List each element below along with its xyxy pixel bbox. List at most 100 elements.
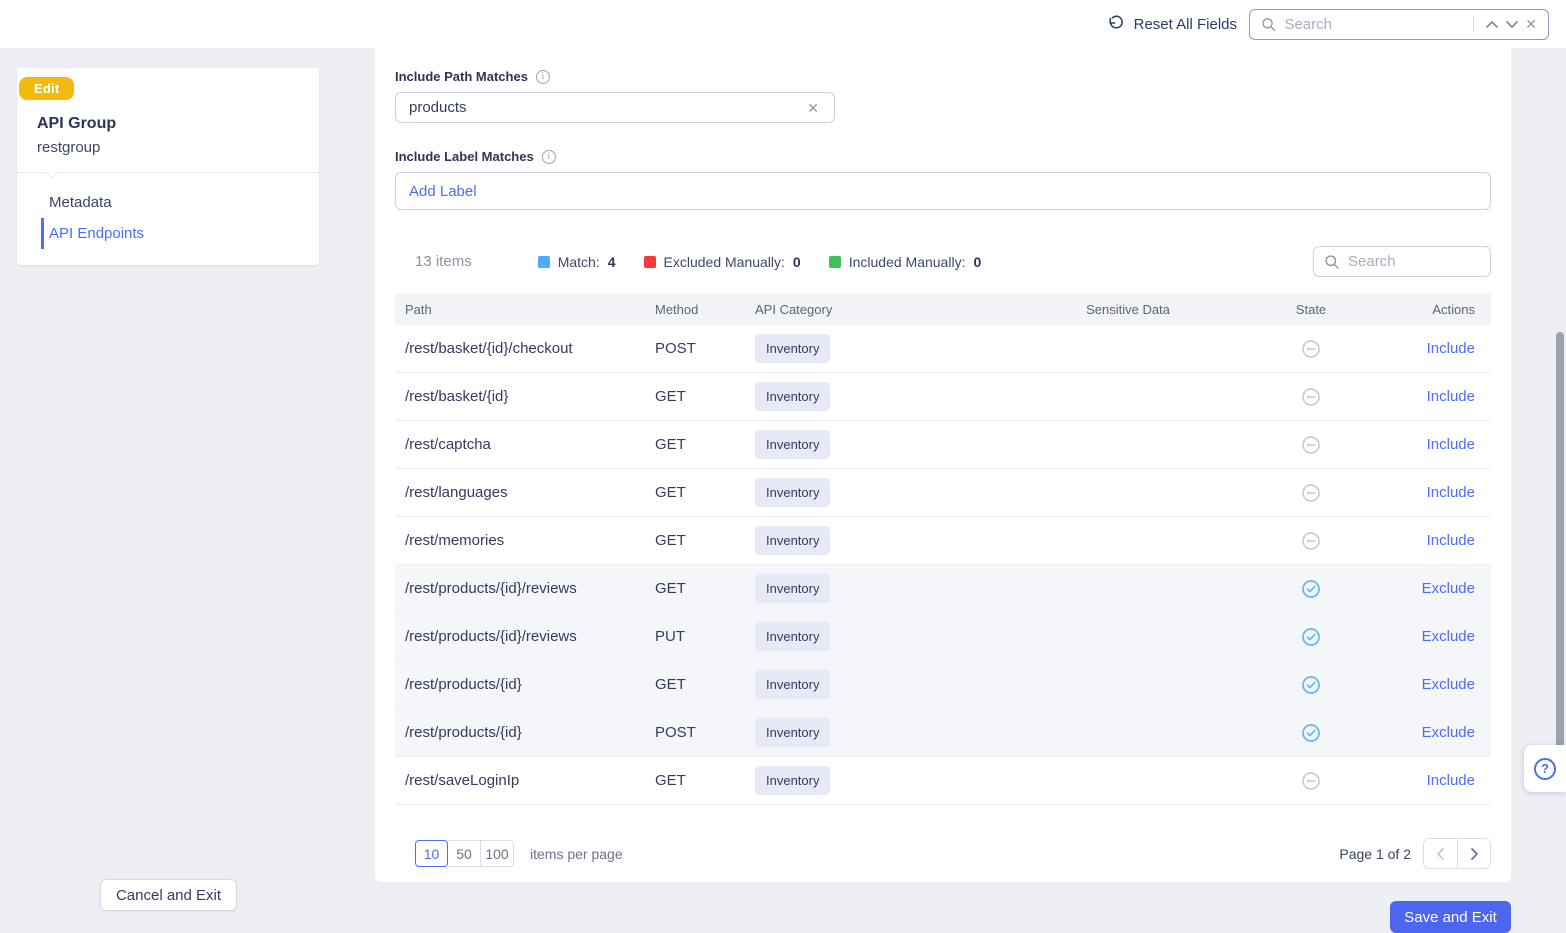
action-link[interactable]: Include: [1427, 772, 1475, 789]
next-page-button[interactable]: [1457, 839, 1490, 868]
global-search-input[interactable]: [1284, 16, 1465, 33]
actions-cell: Include: [1371, 484, 1491, 501]
endpoints-table: PathMethodAPI CategorySensitive DataStat…: [395, 294, 1491, 805]
api-category-badge: Inventory: [755, 718, 830, 747]
cancel-and-exit-button[interactable]: Cancel and Exit: [100, 879, 237, 911]
sidebar-title: API Group: [37, 115, 319, 133]
table-header: PathMethodAPI CategorySensitive DataStat…: [395, 294, 1491, 325]
state-cell: [1251, 675, 1371, 695]
help-button[interactable]: ?: [1524, 745, 1566, 792]
actions-cell: Exclude: [1371, 676, 1491, 693]
state-none-icon: [1301, 531, 1321, 551]
action-link[interactable]: Include: [1427, 532, 1475, 549]
column-header: Sensitive Data: [1005, 302, 1251, 317]
action-link[interactable]: Exclude: [1422, 580, 1475, 597]
legend-label: Included Manually:: [849, 254, 966, 270]
page-size-100-button[interactable]: 100: [481, 840, 514, 867]
action-link[interactable]: Exclude: [1422, 628, 1475, 645]
api-category-cell: Inventory: [755, 526, 1005, 555]
actions-cell: Include: [1371, 436, 1491, 453]
legend-count: 0: [793, 254, 801, 270]
chevron-left-icon: [1436, 847, 1445, 861]
label-matches-field[interactable]: Add Label: [395, 172, 1491, 210]
table-row: /rest/saveLoginIp GET Inventory Include: [395, 757, 1491, 805]
method-cell: GET: [655, 436, 755, 453]
items-per-page-label: items per page: [530, 846, 623, 862]
search-prev-button[interactable]: [1482, 17, 1502, 32]
add-label-placeholder[interactable]: Add Label: [409, 183, 477, 200]
chevron-up-icon: [1485, 20, 1499, 29]
api-category-cell: Inventory: [755, 478, 1005, 507]
sidebar-item-api-endpoints[interactable]: API Endpoints: [41, 218, 319, 249]
state-none-icon: [1301, 387, 1321, 407]
api-category-cell: Inventory: [755, 334, 1005, 363]
search-close-button[interactable]: ✕: [1522, 14, 1540, 34]
actions-cell: Exclude: [1371, 580, 1491, 597]
legend-item: Included Manually: 0: [829, 254, 982, 270]
search-next-button[interactable]: [1502, 17, 1522, 32]
api-category-cell: Inventory: [755, 670, 1005, 699]
info-icon[interactable]: i: [536, 70, 550, 84]
reset-all-fields-button[interactable]: Reset All Fields: [1107, 15, 1237, 33]
action-link[interactable]: Include: [1427, 484, 1475, 501]
info-icon[interactable]: i: [542, 150, 556, 164]
state-cell: [1251, 435, 1371, 455]
actions-cell: Include: [1371, 772, 1491, 789]
action-link[interactable]: Include: [1427, 388, 1475, 405]
method-cell: POST: [655, 724, 755, 741]
path-matches-clear-button[interactable]: ✕: [804, 98, 822, 118]
summary-row: 13 items Match: 4 Excluded Manually: 0 I…: [395, 246, 1491, 277]
state-cell: [1251, 531, 1371, 551]
path-cell: /rest/products/{id}: [395, 724, 655, 741]
divider: [1473, 16, 1474, 32]
include-label-matches-label: Include Label Matches: [395, 149, 534, 164]
table-row: /rest/products/{id}/reviews GET Inventor…: [395, 565, 1491, 613]
legend-swatch: [829, 256, 841, 268]
sidebar-divider: [17, 172, 319, 173]
api-category-cell: Inventory: [755, 766, 1005, 795]
table-row: /rest/basket/{id} GET Inventory Include: [395, 373, 1491, 421]
api-category-badge: Inventory: [755, 334, 830, 363]
state-cell: [1251, 339, 1371, 359]
table-row: /rest/basket/{id}/checkout POST Inventor…: [395, 325, 1491, 373]
state-cell: [1251, 627, 1371, 647]
page-size-50-button[interactable]: 50: [448, 840, 481, 867]
page-size-group: 1050100: [415, 840, 514, 867]
table-search-input[interactable]: [1348, 253, 1480, 270]
api-category-cell: Inventory: [755, 430, 1005, 459]
action-link[interactable]: Include: [1427, 436, 1475, 453]
table-row: /rest/products/{id}/reviews PUT Inventor…: [395, 613, 1491, 661]
api-category-cell: Inventory: [755, 382, 1005, 411]
include-path-matches-label: Include Path Matches: [395, 69, 528, 84]
page-size-10-button[interactable]: 10: [415, 840, 448, 867]
path-matches-input[interactable]: [409, 99, 804, 116]
legend-label: Match:: [558, 254, 600, 270]
save-and-exit-button[interactable]: Save and Exit: [1390, 901, 1511, 933]
vertical-scrollbar-thumb[interactable]: [1556, 332, 1564, 788]
state-cell: [1251, 483, 1371, 503]
page-info: Page 1 of 2: [1339, 846, 1411, 862]
sidebar-item-metadata[interactable]: Metadata: [17, 187, 319, 218]
action-link[interactable]: Exclude: [1422, 724, 1475, 741]
chevron-down-icon: [1505, 20, 1519, 29]
sidebar-card: Edit API Group restgroup Metadata API En…: [17, 68, 319, 265]
actions-cell: Include: [1371, 388, 1491, 405]
column-header: Actions: [1371, 302, 1491, 317]
page: { "topbar": { "reset_label": "Reset All …: [0, 0, 1566, 930]
api-category-badge: Inventory: [755, 766, 830, 795]
path-cell: /rest/captcha: [395, 436, 655, 453]
state-cell: [1251, 579, 1371, 599]
method-cell: GET: [655, 484, 755, 501]
help-icon: ?: [1534, 758, 1556, 780]
reset-all-fields-label: Reset All Fields: [1134, 16, 1237, 33]
state-none-icon: [1301, 483, 1321, 503]
actions-cell: Exclude: [1371, 628, 1491, 645]
state-none-icon: [1301, 339, 1321, 359]
prev-page-button[interactable]: [1424, 839, 1457, 868]
search-icon: [1261, 16, 1276, 33]
actions-cell: Include: [1371, 340, 1491, 357]
path-cell: /rest/languages: [395, 484, 655, 501]
action-link[interactable]: Exclude: [1422, 676, 1475, 693]
action-link[interactable]: Include: [1427, 340, 1475, 357]
items-count: 13 items: [415, 253, 472, 270]
